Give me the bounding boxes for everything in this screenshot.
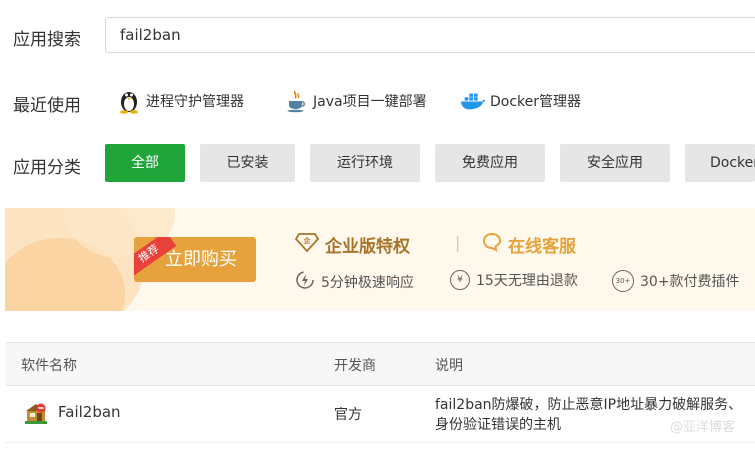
table-header: 软件名称 开发商 说明 (5, 342, 755, 386)
lightning-clock-icon (295, 270, 315, 294)
buy-now-button[interactable]: 推荐 立即购买 (134, 237, 256, 282)
software-developer: 官方 (334, 407, 362, 423)
buy-now-label: 立即购买 (165, 249, 237, 270)
software-name: Fail2ban (58, 403, 121, 421)
docker-whale-icon (460, 88, 486, 114)
search-input[interactable] (105, 17, 755, 53)
header-developer: 开发商 (334, 358, 376, 374)
category-runtime-button[interactable]: 运行环境 (310, 144, 420, 182)
category-all-button[interactable]: 全部 (105, 144, 185, 182)
chat-bubble-icon (482, 232, 502, 257)
recent-item-process-guard[interactable]: 进程守护管理器 (116, 88, 244, 114)
category-docker-button[interactable]: Docker (685, 144, 755, 182)
online-service-link[interactable]: 在线客服 (482, 232, 576, 257)
feature-label: 30+款付费插件 (640, 274, 740, 290)
feature-label: 5分钟极速响应 (321, 275, 414, 291)
search-label: 应用搜索 (13, 30, 81, 50)
watermark: @亚洋博客 (669, 420, 735, 435)
recent-item-label: 进程守护管理器 (146, 94, 244, 110)
feature-plugins: 30+ 30+款付费插件 (612, 270, 740, 292)
header-description: 说明 (435, 358, 463, 374)
java-cup-icon (283, 88, 309, 114)
linux-penguin-icon (116, 88, 142, 114)
fail2ban-icon (25, 402, 47, 428)
recent-item-label: Java项目一键部署 (313, 94, 427, 110)
software-table: 软件名称 开发商 说明 Fail2ban 官方 fail2ban防爆破，防止恶意… (5, 342, 755, 443)
banner-divider: | (455, 233, 461, 252)
category-label: 应用分类 (13, 158, 81, 178)
description-line: fail2ban防爆破，防止恶意IP地址暴力破解服务、 (435, 397, 743, 413)
recent-label: 最近使用 (13, 96, 81, 116)
category-security-button[interactable]: 安全应用 (560, 144, 670, 182)
online-service-label: 在线客服 (508, 237, 576, 257)
enterprise-privilege: 企 企业版特权 (294, 232, 410, 257)
category-installed-button[interactable]: 已安装 (200, 144, 295, 182)
header-name: 软件名称 (21, 358, 77, 374)
feature-refund: ¥ 15天无理由退款 (450, 270, 578, 290)
yen-refund-icon: ¥ (450, 270, 470, 290)
diamond-icon: 企 (294, 232, 320, 257)
plugins-30-icon: 30+ (612, 270, 634, 292)
feature-fast-response: 5分钟极速响应 (295, 270, 414, 294)
table-row[interactable]: Fail2ban 官方 fail2ban防爆破，防止恶意IP地址暴力破解服务、 … (5, 386, 755, 443)
recent-item-label: Docker管理器 (490, 94, 582, 110)
feature-label: 15天无理由退款 (476, 273, 578, 289)
recent-item-java-deploy[interactable]: Java项目一键部署 (283, 88, 427, 114)
recent-item-docker[interactable]: Docker管理器 (460, 88, 581, 114)
promo-banner: 推荐 立即购买 企 企业版特权 | 在线客服 5分钟极速响应 ¥ 15天无理由退… (5, 208, 755, 311)
svg-text:企: 企 (303, 236, 312, 245)
category-free-button[interactable]: 免费应用 (435, 144, 545, 182)
enterprise-title: 企业版特权 (325, 237, 410, 257)
